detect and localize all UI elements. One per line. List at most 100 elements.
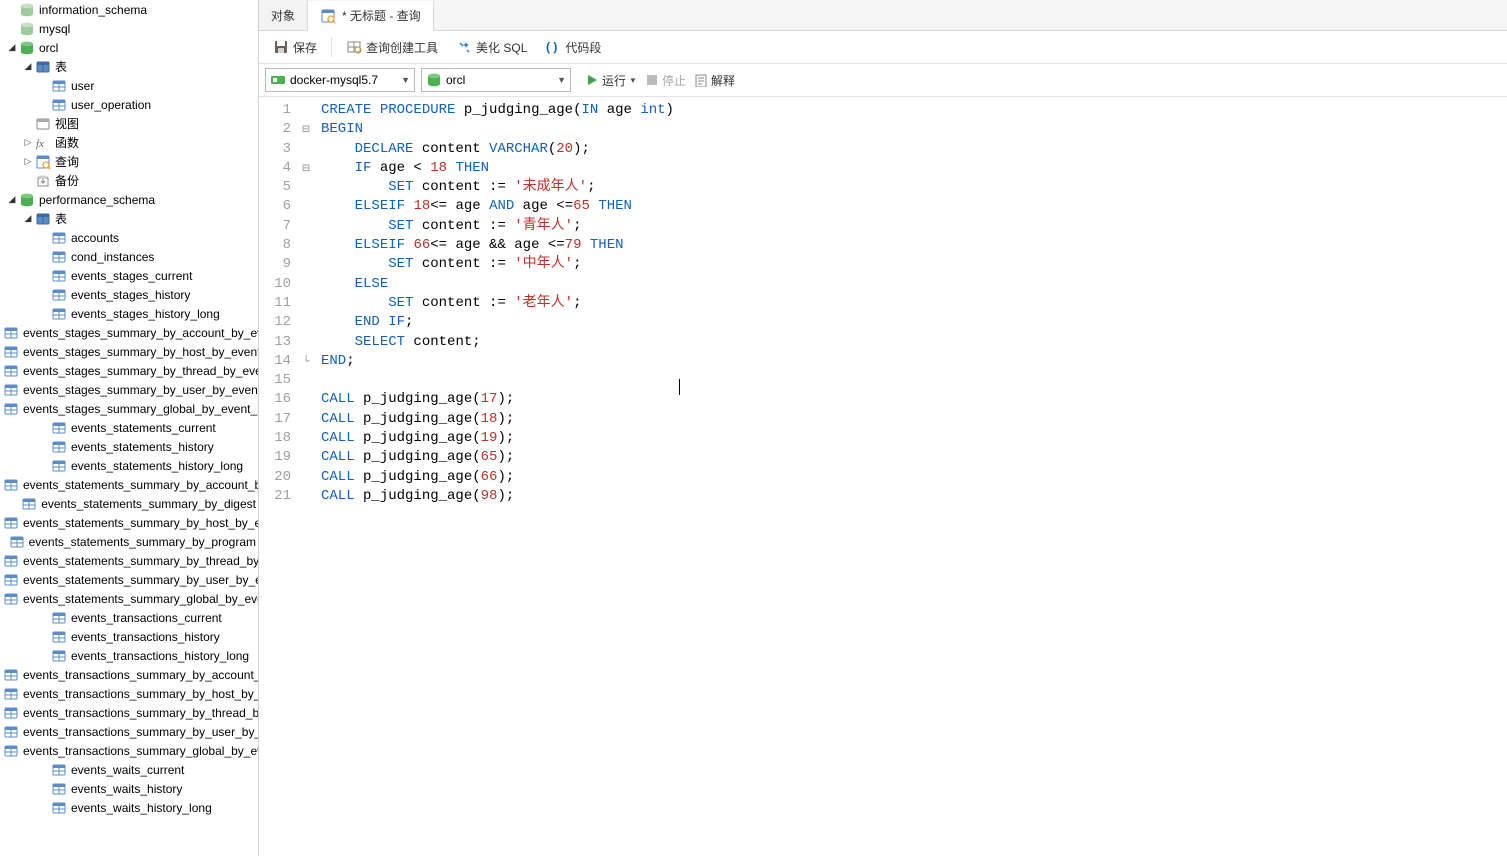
table-icon bbox=[3, 382, 19, 398]
explain-label: 解释 bbox=[711, 72, 735, 89]
tree-node[interactable]: 备份 bbox=[0, 171, 258, 190]
table-icon bbox=[21, 496, 37, 512]
tree-node[interactable]: events_stages_history bbox=[0, 285, 258, 304]
tree-node[interactable]: ▷函数 bbox=[0, 133, 258, 152]
editor-tabs: 对象 * 无标题 - 查询 bbox=[259, 0, 1507, 31]
expand-icon[interactable]: ▷ bbox=[22, 137, 34, 149]
db-icon bbox=[19, 40, 35, 56]
table-icon bbox=[51, 230, 67, 246]
tree-node[interactable]: events_statements_history_long bbox=[0, 456, 258, 475]
database-value: orcl bbox=[446, 73, 465, 87]
explain-button[interactable]: 解释 bbox=[694, 72, 735, 89]
tree-node[interactable]: ◢ orcl bbox=[0, 38, 258, 57]
tree-node[interactable]: events_transactions_summary_by_thread_by… bbox=[0, 703, 258, 722]
connection-dropdown[interactable]: docker-mysql5.7 ▼ bbox=[265, 68, 415, 92]
toggle-placeholder bbox=[38, 422, 50, 434]
tree-node-label: events_stages_history_long bbox=[71, 307, 220, 321]
tree-node[interactable]: events_waits_current bbox=[0, 760, 258, 779]
tree-node[interactable]: user_operation bbox=[0, 95, 258, 114]
chevron-down-icon: ▼ bbox=[629, 76, 637, 85]
tree-node[interactable]: events_waits_history bbox=[0, 779, 258, 798]
tree-node[interactable]: events_statements_current bbox=[0, 418, 258, 437]
tree-node[interactable]: ◢表 bbox=[0, 209, 258, 228]
tree-node[interactable]: events_statements_summary_by_digest bbox=[0, 494, 258, 513]
tree-node[interactable]: events_transactions_current bbox=[0, 608, 258, 627]
toggle-placeholder bbox=[38, 308, 50, 320]
tree-node[interactable]: events_stages_summary_by_account_by_even… bbox=[0, 323, 258, 342]
tree-node-label: events_transactions_summary_global_by_ev… bbox=[23, 744, 259, 758]
tree-node[interactable]: user bbox=[0, 76, 258, 95]
tree-node[interactable]: information_schema bbox=[0, 0, 258, 19]
tree-node-label: events_stages_current bbox=[71, 269, 192, 283]
save-button[interactable]: 保存 bbox=[265, 34, 325, 60]
table-icon bbox=[51, 439, 67, 455]
collapse-icon[interactable]: ◢ bbox=[6, 194, 18, 206]
toolbar-separator bbox=[331, 37, 332, 57]
tree-node-label: orcl bbox=[39, 41, 58, 55]
query-builder-button[interactable]: 查询创建工具 bbox=[338, 34, 446, 60]
table-icon bbox=[51, 610, 67, 626]
tree-node[interactable]: events_stages_summary_by_host_by_event_n… bbox=[0, 342, 258, 361]
beautify-label: 美化 SQL bbox=[476, 39, 527, 56]
table-icon bbox=[51, 306, 67, 322]
toggle-placeholder bbox=[38, 631, 50, 643]
tab-objects[interactable]: 对象 bbox=[259, 0, 308, 30]
tree-node[interactable]: events_stages_history_long bbox=[0, 304, 258, 323]
tree-node[interactable]: events_transactions_summary_by_account_b… bbox=[0, 665, 258, 684]
tree-node[interactable]: events_statements_summary_by_account_by_… bbox=[0, 475, 258, 494]
toggle-placeholder bbox=[38, 289, 50, 301]
run-button[interactable]: 运行 ▼ bbox=[585, 72, 637, 89]
tree-node[interactable]: events_stages_summary_by_user_by_event_n… bbox=[0, 380, 258, 399]
tree-node[interactable]: events_waits_history_long bbox=[0, 798, 258, 817]
expand-icon[interactable]: ▷ bbox=[22, 156, 34, 168]
tab-query[interactable]: * 无标题 - 查询 bbox=[308, 1, 434, 31]
play-icon bbox=[585, 73, 599, 87]
tree-node[interactable]: events_stages_summary_by_thread_by_event… bbox=[0, 361, 258, 380]
tree-node[interactable]: events_transactions_summary_by_host_by_e… bbox=[0, 684, 258, 703]
tree-node[interactable]: cond_instances bbox=[0, 247, 258, 266]
collapse-icon[interactable]: ◢ bbox=[6, 42, 18, 54]
tree-node[interactable]: events_transactions_summary_global_by_ev… bbox=[0, 741, 258, 760]
tree-node-label: events_waits_current bbox=[71, 763, 184, 777]
tree-node[interactable]: events_transactions_history bbox=[0, 627, 258, 646]
tree-node[interactable]: events_statements_history bbox=[0, 437, 258, 456]
tree-node[interactable]: events_stages_summary_global_by_event_na… bbox=[0, 399, 258, 418]
collapse-icon[interactable]: ◢ bbox=[22, 213, 34, 225]
tree-node[interactable]: ◢表 bbox=[0, 57, 258, 76]
table-icon bbox=[3, 591, 19, 607]
tree-node[interactable]: events_transactions_summary_by_user_by_e… bbox=[0, 722, 258, 741]
beautify-icon bbox=[456, 39, 472, 55]
tree-node[interactable]: mysql bbox=[0, 19, 258, 38]
fold-gutter[interactable]: ⊟ ⊟ └ bbox=[299, 97, 313, 856]
line-number-gutter: 123456789101112131415161718192021 bbox=[259, 97, 299, 856]
database-dropdown[interactable]: orcl ▼ bbox=[421, 68, 571, 92]
code-snippet-button[interactable]: 代码段 bbox=[537, 34, 609, 60]
table-icon bbox=[51, 78, 67, 94]
tables-icon bbox=[35, 211, 51, 227]
tree-node[interactable]: events_statements_summary_by_thread_by_e… bbox=[0, 551, 258, 570]
db-tree-panel[interactable]: information_schemamysql◢orcl◢表useruser_o… bbox=[0, 0, 259, 856]
toggle-placeholder bbox=[6, 536, 7, 548]
sql-editor[interactable]: 123456789101112131415161718192021 ⊟ ⊟ └ … bbox=[259, 97, 1507, 856]
tree-node-label: events_transactions_history bbox=[71, 630, 220, 644]
tree-node[interactable]: 视图 bbox=[0, 114, 258, 133]
tree-node[interactable]: events_statements_summary_global_by_even… bbox=[0, 589, 258, 608]
collapse-icon[interactable]: ◢ bbox=[22, 61, 34, 73]
table-icon bbox=[3, 686, 19, 702]
tree-node[interactable]: ◢performance_schema bbox=[0, 190, 258, 209]
tree-node[interactable]: events_statements_summary_by_host_by_eve… bbox=[0, 513, 258, 532]
chevron-down-icon: ▼ bbox=[393, 75, 410, 85]
beautify-sql-button[interactable]: 美化 SQL bbox=[448, 34, 535, 60]
tree-node[interactable]: events_stages_current bbox=[0, 266, 258, 285]
tree-node-label: events_transactions_history_long bbox=[71, 649, 249, 663]
tree-node-label: events_statements_summary_by_user_by_eve… bbox=[23, 573, 259, 587]
tree-node[interactable]: events_transactions_history_long bbox=[0, 646, 258, 665]
backup-icon bbox=[35, 173, 51, 189]
tree-node[interactable]: accounts bbox=[0, 228, 258, 247]
code-area[interactable]: CREATE PROCEDURE p_judging_age(IN age in… bbox=[313, 97, 682, 856]
tree-node[interactable]: events_statements_summary_by_user_by_eve… bbox=[0, 570, 258, 589]
tree-node[interactable]: ▷查询 bbox=[0, 152, 258, 171]
stop-icon bbox=[645, 73, 659, 87]
tree-node[interactable]: events_statements_summary_by_program bbox=[0, 532, 258, 551]
tree-node-label: user_operation bbox=[71, 98, 151, 112]
